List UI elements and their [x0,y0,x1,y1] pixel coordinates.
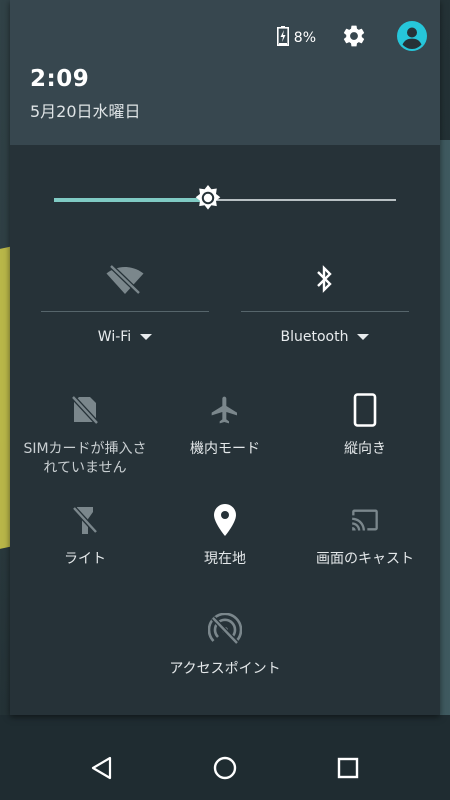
hotspot-off-icon [208,610,242,650]
battery-charging-icon [276,26,289,50]
wallpaper-accent-teal [440,140,450,720]
sim-label: SIMカードが挿入さ れていません [23,441,147,476]
quick-settings-header: 8% 2:09 5月20日水曜日 [10,0,440,145]
wifi-label: Wi-Fi [97,329,132,345]
location-tile[interactable]: 現在地 [155,500,295,569]
brightness-fill [54,198,208,202]
wallpaper-accent-yellow [0,246,10,554]
bluetooth-label: Bluetooth [280,329,349,345]
recents-icon [337,757,359,783]
location-label: 現在地 [204,551,246,567]
bluetooth-tile[interactable]: Bluetooth [241,255,409,350]
location-pin-icon [213,500,237,540]
brightness-icon [193,183,223,217]
wifi-dropdown[interactable]: Wi-Fi [97,329,153,345]
flashlight-off-icon [71,500,99,540]
date[interactable]: 5月20日水曜日 [30,98,141,122]
hotspot-tile[interactable]: アクセスポイント [155,610,295,679]
gear-icon [341,23,367,53]
portrait-phone-icon [353,390,377,430]
cast-label: 画面のキャスト [316,551,414,567]
flashlight-label: ライト [64,551,106,567]
rotation-tile[interactable]: 縦向き [295,390,435,459]
battery-indicator[interactable]: 8% [276,26,316,50]
airplane-tile[interactable]: 機内モード [155,390,295,459]
account-button[interactable] [396,20,428,56]
airplane-icon [209,390,241,430]
chevron-down-icon [357,334,370,340]
bluetooth-dropdown[interactable]: Bluetooth [281,329,370,345]
sim-tile[interactable]: SIMカードが挿入さ れていません [15,390,155,478]
rotation-label: 縦向き [344,441,386,457]
hotspot-label: アクセスポイント [169,661,281,677]
bluetooth-divider [241,311,409,312]
back-button[interactable] [72,745,132,795]
cast-tile[interactable]: 画面のキャスト [295,500,435,569]
cast-icon [348,500,382,540]
quick-settings-panel: 8% 2:09 5月20日水曜日 Wi-Fi Bluetooth SIMカードが… [10,0,440,715]
home-button[interactable] [195,745,255,795]
recents-button[interactable] [318,745,378,795]
airplane-label: 機内モード [190,441,260,457]
brightness-thumb[interactable] [193,185,223,215]
brightness-slider[interactable] [54,185,396,215]
header-status-area: 8% [276,20,428,56]
wifi-off-icon [106,257,144,301]
wifi-tile[interactable]: Wi-Fi [41,255,209,350]
flashlight-tile[interactable]: ライト [15,500,155,569]
settings-button[interactable] [338,22,370,54]
battery-percent: 8% [293,30,316,46]
no-sim-icon [70,390,100,430]
navigation-bar [0,740,450,800]
home-icon [212,755,238,785]
wifi-divider [41,311,209,312]
bluetooth-icon [315,257,335,301]
account-circle-icon [396,20,428,56]
chevron-down-icon [140,334,153,340]
clock[interactable]: 2:09 [30,66,89,92]
back-icon [90,756,114,784]
